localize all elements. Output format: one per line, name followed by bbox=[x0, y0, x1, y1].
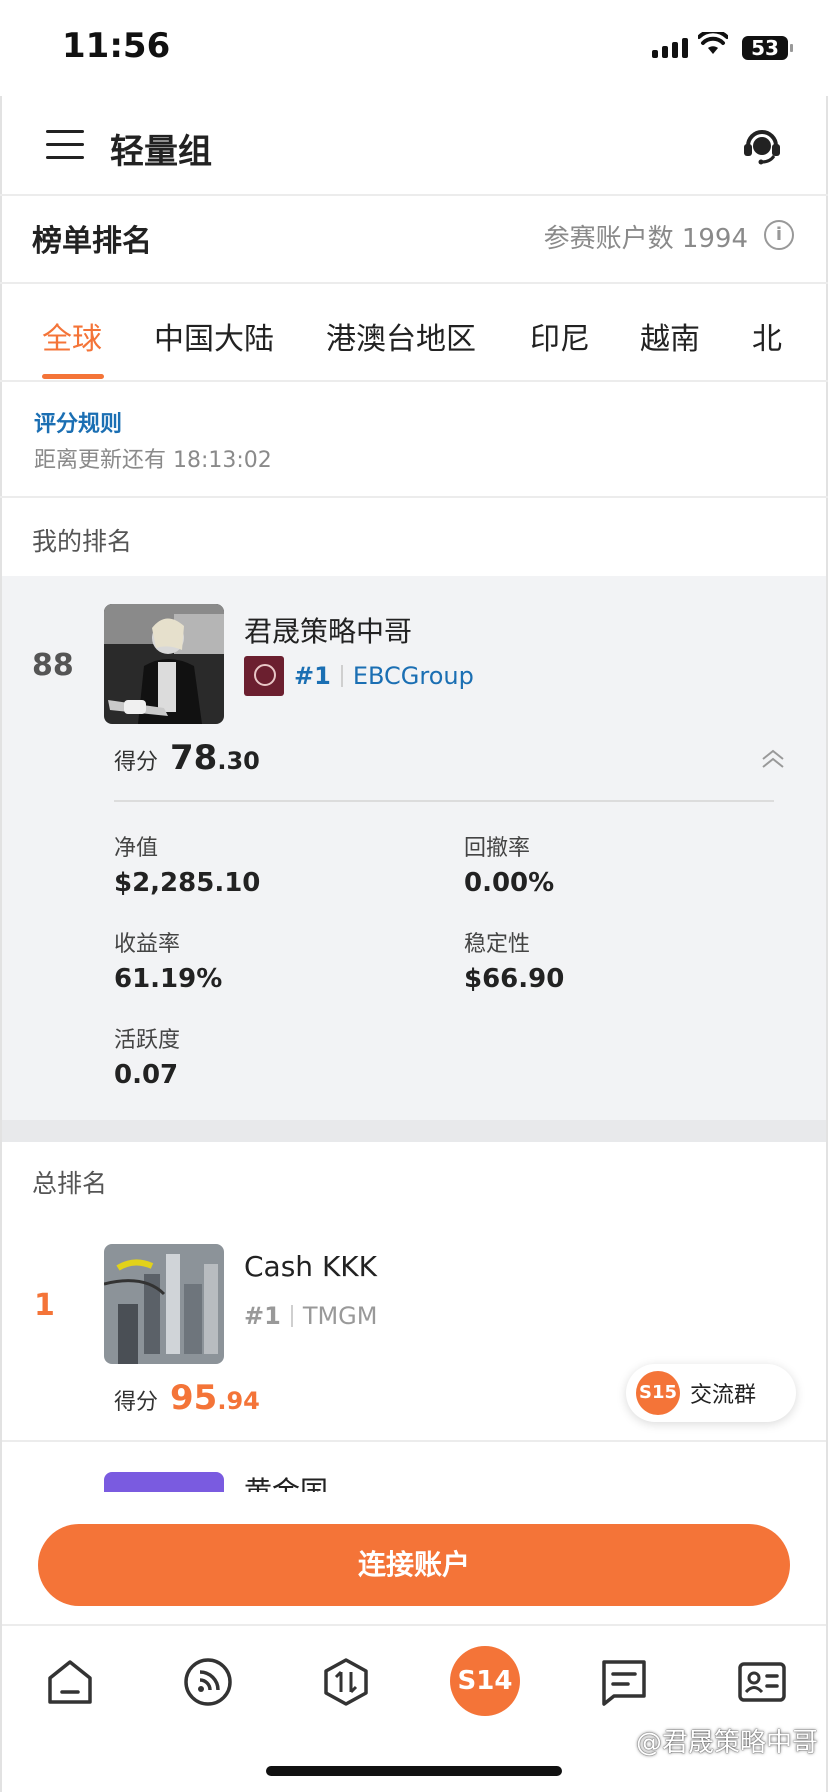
stat-label: 回撤率 bbox=[464, 836, 531, 861]
watermark: @君晟策略中哥 bbox=[635, 1728, 818, 1758]
messages-icon[interactable] bbox=[598, 1656, 650, 1708]
chevron-up-icon[interactable] bbox=[760, 746, 786, 772]
separator bbox=[340, 665, 343, 687]
feed-icon[interactable] bbox=[182, 1656, 234, 1708]
stat-activity: 活跃度 0.07 bbox=[114, 1022, 180, 1090]
page-title: 轻量组 bbox=[110, 132, 212, 172]
score-integer: 95 bbox=[170, 1378, 218, 1418]
chat-group-label: 交流群 bbox=[690, 1383, 757, 1408]
profile-card-icon[interactable] bbox=[736, 1656, 788, 1708]
stat-value: 0.07 bbox=[114, 1060, 179, 1090]
stat-net-value: 净值 $2,285.10 bbox=[114, 830, 260, 898]
stat-label: 收益率 bbox=[114, 932, 181, 957]
score-label: 得分 bbox=[114, 750, 159, 775]
avatar[interactable] bbox=[104, 1244, 224, 1364]
update-countdown: 距离更新还有 18:13:02 bbox=[34, 448, 272, 473]
first-rank-number: 1 bbox=[34, 1288, 55, 1323]
user-name: 君晟策略中哥 bbox=[244, 615, 413, 648]
my-score: 得分 78 .30 bbox=[114, 738, 260, 778]
chat-group-button[interactable]: S15 交流群 bbox=[626, 1364, 796, 1422]
leaderboard-heading: 榜单排名 参赛账户数 1994 i bbox=[0, 196, 828, 284]
section-gap bbox=[2, 1120, 826, 1142]
broker-name: TMGM bbox=[302, 1302, 378, 1330]
ebc-logo-icon bbox=[244, 656, 284, 696]
region-tabs: 全球 中国大陆 港澳台地区 印尼 越南 北 bbox=[0, 284, 828, 382]
stat-value: 0.00% bbox=[464, 868, 555, 898]
scoring-rules-link[interactable]: 评分规则 bbox=[34, 406, 122, 438]
stat-drawdown: 回撤率 0.00% bbox=[464, 830, 554, 898]
s15-badge: S15 bbox=[636, 1371, 680, 1415]
wifi-icon bbox=[698, 32, 728, 54]
separator bbox=[290, 1305, 293, 1327]
tab-indonesia[interactable]: 印尼 bbox=[530, 314, 590, 358]
avatar[interactable] bbox=[104, 1472, 224, 1492]
connect-account-button[interactable]: 连接账户 bbox=[38, 1524, 790, 1606]
row-divider bbox=[2, 1440, 826, 1442]
menu-icon[interactable] bbox=[46, 130, 84, 160]
signal-icon bbox=[652, 38, 688, 58]
tab-mainland-china[interactable]: 中国大陆 bbox=[154, 314, 274, 358]
my-rank-number: 88 bbox=[32, 648, 74, 683]
tab-north[interactable]: 北 bbox=[752, 314, 782, 358]
trade-icon[interactable] bbox=[320, 1656, 372, 1708]
s14-competition-icon[interactable]: S14 bbox=[450, 1646, 520, 1716]
status-bar: 11:56 53 bbox=[0, 0, 828, 96]
score-integer: 78 bbox=[170, 738, 218, 778]
broker-name: EBCGroup bbox=[352, 662, 474, 690]
battery-icon: 53 bbox=[742, 36, 793, 60]
status-time: 11:56 bbox=[62, 26, 171, 66]
broker-badge: #1 EBCGroup bbox=[244, 656, 474, 696]
first-score: 得分 95 .94 bbox=[114, 1378, 260, 1418]
broker-rank: #1 bbox=[244, 1302, 281, 1330]
user-name: 黄金国 bbox=[244, 1475, 329, 1492]
stat-return-rate: 收益率 61.19% bbox=[114, 926, 222, 994]
home-indicator bbox=[266, 1766, 562, 1776]
home-icon[interactable] bbox=[44, 1656, 96, 1708]
overall-rank-title: 总排名 bbox=[32, 1169, 108, 1198]
stat-value: $2,285.10 bbox=[114, 868, 261, 898]
stat-label: 稳定性 bbox=[464, 932, 531, 957]
info-icon[interactable]: i bbox=[764, 220, 794, 250]
participant-count: 参赛账户数 1994 bbox=[543, 224, 748, 254]
stat-label: 活跃度 bbox=[114, 1028, 181, 1053]
app-header: 轻量组 bbox=[0, 96, 828, 196]
tab-vietnam[interactable]: 越南 bbox=[640, 314, 700, 358]
score-decimal: .94 bbox=[217, 1387, 260, 1415]
avatar[interactable] bbox=[104, 604, 224, 724]
divider bbox=[114, 800, 774, 802]
leaderboard-title: 榜单排名 bbox=[32, 224, 152, 259]
customer-service-icon[interactable] bbox=[740, 122, 784, 166]
tab-hk-macau-taiwan[interactable]: 港澳台地区 bbox=[326, 314, 476, 358]
my-rank-title: 我的排名 bbox=[32, 527, 133, 556]
stat-stability: 稳定性 $66.90 bbox=[464, 926, 564, 994]
score-label: 得分 bbox=[114, 1390, 159, 1415]
user-name: Cash KKK bbox=[244, 1250, 378, 1283]
broker-rank: #1 bbox=[294, 662, 331, 690]
active-tab-indicator bbox=[42, 374, 104, 379]
tab-global[interactable]: 全球 bbox=[42, 314, 102, 358]
score-decimal: .30 bbox=[217, 747, 260, 775]
stat-value: 61.19% bbox=[114, 964, 223, 994]
rules-section: 评分规则 距离更新还有 18:13:02 bbox=[0, 382, 828, 498]
stat-value: $66.90 bbox=[464, 964, 565, 994]
broker-badge: #1 TMGM bbox=[244, 1302, 377, 1330]
stat-label: 净值 bbox=[114, 836, 159, 861]
